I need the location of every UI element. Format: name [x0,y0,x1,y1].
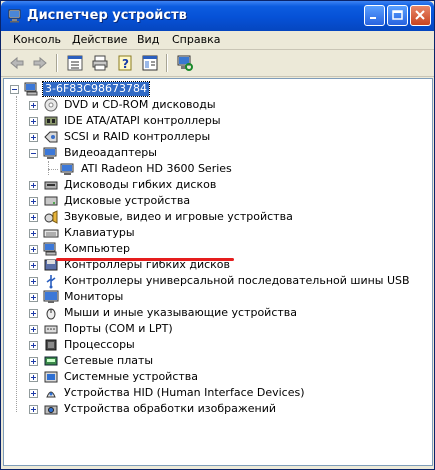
expand-toggle[interactable] [29,309,38,318]
expand-toggle[interactable] [29,405,38,414]
annotation-underline [56,258,234,261]
scan-hardware-button[interactable] [175,53,195,73]
menu-bar: Консоль Действие Вид Справка [1,31,434,50]
mouse-icon [46,308,56,320]
menu-view[interactable]: Вид [137,33,159,46]
maximize-button[interactable] [387,5,408,26]
hid-icon [46,391,56,398]
expand-toggle[interactable] [29,213,38,222]
toolbar-separator [56,54,58,72]
svg-text:?: ? [122,57,129,71]
tree-category-label: Мониторы [64,290,124,303]
tree-category-label: Дисковые устройства [64,194,191,207]
list-view-button[interactable] [65,53,85,73]
tree-category-label: Контроллеры универсальной последовательн… [64,274,410,287]
expand-toggle[interactable] [29,341,38,350]
minimize-icon [370,17,376,19]
expand-toggle[interactable] [29,101,38,110]
expand-toggle[interactable] [29,277,38,286]
tree-category-label: Процессоры [64,338,135,351]
collapse-toggle[interactable] [10,85,19,94]
menu-action[interactable]: Действие [72,33,127,46]
minimize-button[interactable] [364,5,385,26]
expand-toggle[interactable] [29,245,38,254]
expand-toggle[interactable] [29,197,38,206]
tree-category-label: Мыши и иные указывающие устройства [64,306,298,319]
disk-drive-icon [44,196,58,206]
device-manager-icon [8,9,21,23]
help-icon: ? [118,55,132,71]
tree-guide-line [48,169,58,171]
tree-category-label: Устройства HID (Human Interface Devices) [64,386,305,399]
tree-category-label: Дисководы гибких дисков [64,178,217,191]
tree-category-label: Клавиатуры [64,226,135,239]
print-button[interactable] [90,53,110,73]
imaging-device-icon [44,405,58,415]
expand-toggle[interactable] [29,181,38,190]
network-card-icon [44,356,58,366]
menu-console[interactable]: Консоль [13,33,61,46]
system-device-icon [44,371,58,383]
computer-icon [24,82,38,96]
floppy-drive-icon [44,181,58,190]
display-adapter-icon [60,163,74,175]
monitor-icon [43,290,59,303]
tree-guide-line [48,161,50,175]
print-icon [92,55,108,71]
back-arrow-icon [10,56,24,70]
tree-category-label: Сетевые платы [64,354,154,367]
tree-category-label: Устройства обработки изображений [64,402,277,415]
expand-toggle[interactable] [29,133,38,142]
toolbar-separator [166,54,168,72]
tree-guide-line [16,96,18,412]
sound-icon [44,210,58,224]
tree-category-label: SCSI и RAID контроллеры [64,130,211,143]
scsi-icon [44,131,58,143]
ide-controller-icon [44,116,58,126]
expand-toggle[interactable] [29,261,38,270]
properties-icon [142,55,158,71]
expand-toggle[interactable] [29,293,38,302]
tree-category-label: Звуковые, видео и игровые устройства [64,210,293,223]
device-manager-window: Диспетчер устройств Консоль Действие Вид… [0,0,435,470]
tree-root-label: 3-6F83C98673784 [42,81,150,97]
expand-toggle[interactable] [29,229,38,238]
cdrom-icon [44,98,58,112]
help-button[interactable]: ? [115,53,135,73]
usb-icon [46,275,56,289]
expand-toggle[interactable] [29,373,38,382]
port-icon [44,325,58,334]
close-icon [415,10,425,20]
title-bar[interactable]: Диспетчер устройств [1,1,434,31]
collapse-toggle[interactable] [29,149,38,158]
tree-category-label: Системные устройства [64,370,198,383]
menu-help[interactable]: Справка [172,33,220,46]
list-view-icon [67,55,83,71]
expand-toggle[interactable] [29,325,38,334]
keyboard-icon [43,229,59,238]
tree-category-label: DVD и CD-ROM дисководы [64,98,216,111]
device-tree-panel[interactable]: 3-6F83C98673784 DVD и CD-ROM дисководы ID… [3,78,433,466]
tree-category-label: Видеоадаптеры [64,146,157,159]
tree-category-label: IDE ATA/ATAPI контроллеры [64,114,221,127]
maximize-icon [392,10,403,20]
toolbar: ? [1,50,434,77]
forward-button[interactable] [30,53,50,73]
window-title: Диспетчер устройств [27,8,187,23]
back-button[interactable] [7,53,27,73]
tree-category-label: Порты (COM и LPT) [64,322,173,335]
processor-icon [45,339,57,351]
display-adapter-icon [43,147,57,159]
computer-icon [43,242,57,256]
expand-toggle[interactable] [29,389,38,398]
close-button[interactable] [410,5,431,26]
tree-category-label: Компьютер [64,242,130,255]
expand-toggle[interactable] [29,357,38,366]
properties-button[interactable] [140,53,160,73]
forward-arrow-icon [33,56,47,70]
tree-device-label: ATI Radeon HD 3600 Series [81,162,232,175]
expand-toggle[interactable] [29,117,38,126]
scan-hardware-icon [177,55,193,71]
